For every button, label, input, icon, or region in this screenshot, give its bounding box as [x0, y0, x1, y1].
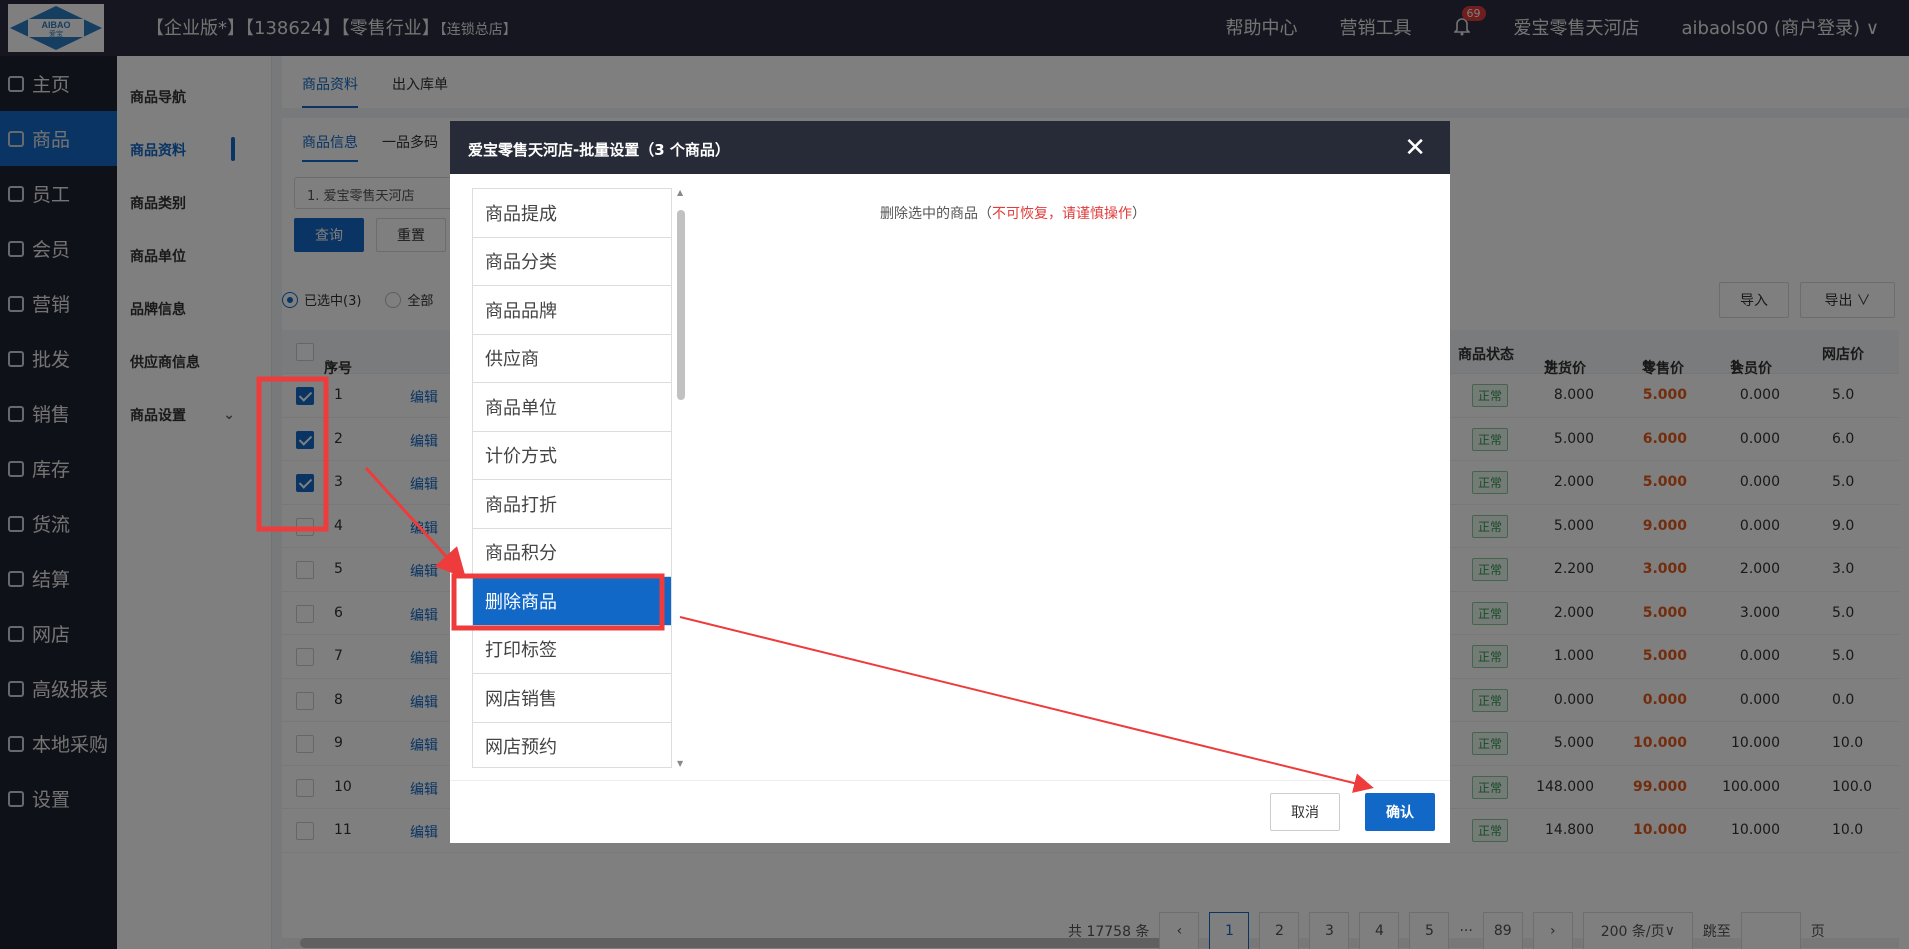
- close-icon[interactable]: ✕: [1404, 133, 1426, 163]
- batch-option-item[interactable]: 打印标签: [473, 626, 671, 674]
- batch-option-item[interactable]: 网店预约: [473, 723, 671, 768]
- batch-settings-modal: 爱宝零售天河店-批量设置（3 个商品） ✕ 商品提成 商品分类 商品品牌 供应商 商品单…: [450, 121, 1450, 843]
- batch-option-item[interactable]: 商品品牌: [473, 286, 671, 335]
- batch-option-item[interactable]: 商品单位: [473, 383, 671, 432]
- confirm-button[interactable]: 确认: [1365, 793, 1435, 831]
- batch-option-item[interactable]: 网店销售: [473, 674, 671, 723]
- batch-option-item[interactable]: 商品提成: [473, 189, 671, 238]
- scroll-down-icon[interactable]: ▼: [677, 759, 683, 768]
- scroll-up-icon[interactable]: ▲: [677, 188, 683, 197]
- batch-option-item[interactable]: 计价方式: [473, 432, 671, 480]
- desc-text-end: ）: [1132, 206, 1146, 222]
- batch-option-item[interactable]: 商品打折: [473, 480, 671, 529]
- warning-text: 不可恢复，请谨慎操作: [992, 206, 1132, 222]
- modal-footer: 取消 确认: [450, 780, 1450, 843]
- cancel-button[interactable]: 取消: [1270, 793, 1340, 831]
- batch-option-item[interactable]: 商品积分: [473, 529, 671, 577]
- batch-options-list: 商品提成 商品分类 商品品牌 供应商 商品单位 计价方式 商品打折 商品积分 删除商品 打印标签网…: [472, 188, 672, 768]
- modal-header: 爱宝零售天河店-批量设置（3 个商品） ✕: [450, 121, 1450, 174]
- batch-option-item[interactable]: 供应商: [473, 335, 671, 383]
- modal-title: 爱宝零售天河店-批量设置（3 个商品）: [468, 141, 730, 159]
- list-scrollbar[interactable]: ▲ ▼: [675, 188, 687, 768]
- delete-description: 删除选中的商品（不可恢复，请谨慎操作）: [880, 203, 1146, 223]
- desc-text: 删除选中的商品（: [880, 206, 992, 222]
- batch-option-item[interactable]: 商品分类: [473, 238, 671, 286]
- batch-option-item[interactable]: 删除商品: [473, 577, 671, 626]
- scroll-thumb[interactable]: [677, 210, 685, 400]
